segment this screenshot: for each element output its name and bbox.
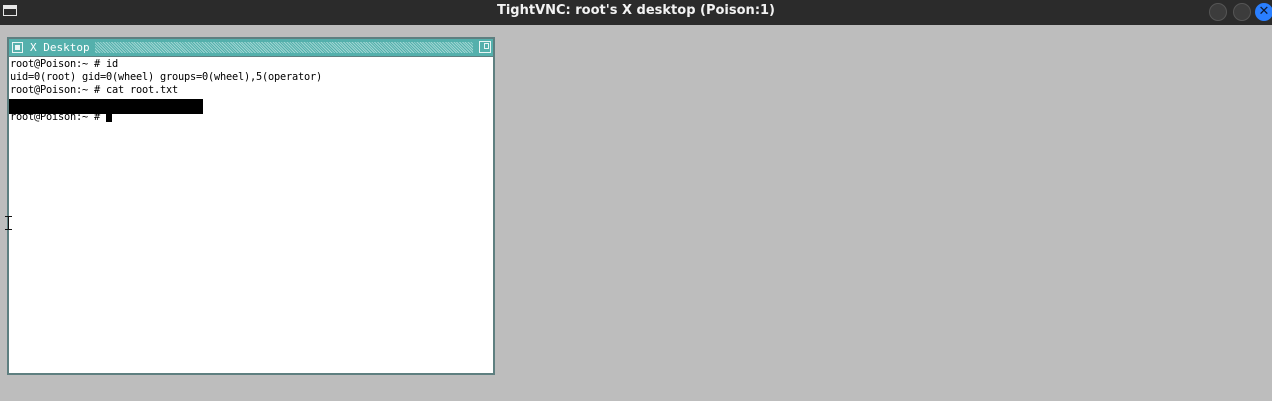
x-window-title: X Desktop bbox=[30, 41, 90, 54]
maximize-icon[interactable] bbox=[479, 41, 491, 53]
close-button[interactable]: ✕ bbox=[1255, 3, 1272, 21]
terminal-line: uid=0(root) gid=0(wheel) groups=0(wheel)… bbox=[10, 71, 322, 83]
ibeam-cursor-icon bbox=[5, 216, 13, 230]
terminal-line: root@Poison:~ # id bbox=[10, 58, 118, 70]
terminal[interactable]: root@Poison:~ # id uid=0(root) gid=0(whe… bbox=[9, 57, 493, 373]
x-desktop-window: X Desktop root@Poison:~ # id uid=0(root)… bbox=[7, 37, 495, 375]
close-icon: ✕ bbox=[1258, 4, 1270, 19]
minimize-button[interactable] bbox=[1209, 3, 1227, 21]
prompt-text: root@Poison:~ # bbox=[10, 111, 106, 123]
terminal-prompt-line: root@Poison:~ # bbox=[10, 111, 112, 124]
x-window-titlebar[interactable]: X Desktop bbox=[9, 39, 493, 56]
window-menu-icon[interactable] bbox=[12, 42, 23, 53]
text-cursor bbox=[106, 111, 112, 122]
terminal-line: root@Poison:~ # cat root.txt bbox=[10, 84, 178, 96]
window-title: TightVNC: root's X desktop (Poison:1) bbox=[496, 3, 776, 18]
titlebar-drag-pattern[interactable] bbox=[95, 42, 473, 53]
vnc-titlebar: TightVNC: root's X desktop (Poison:1) ✕ bbox=[0, 0, 1272, 25]
maximize-button[interactable] bbox=[1233, 3, 1251, 21]
